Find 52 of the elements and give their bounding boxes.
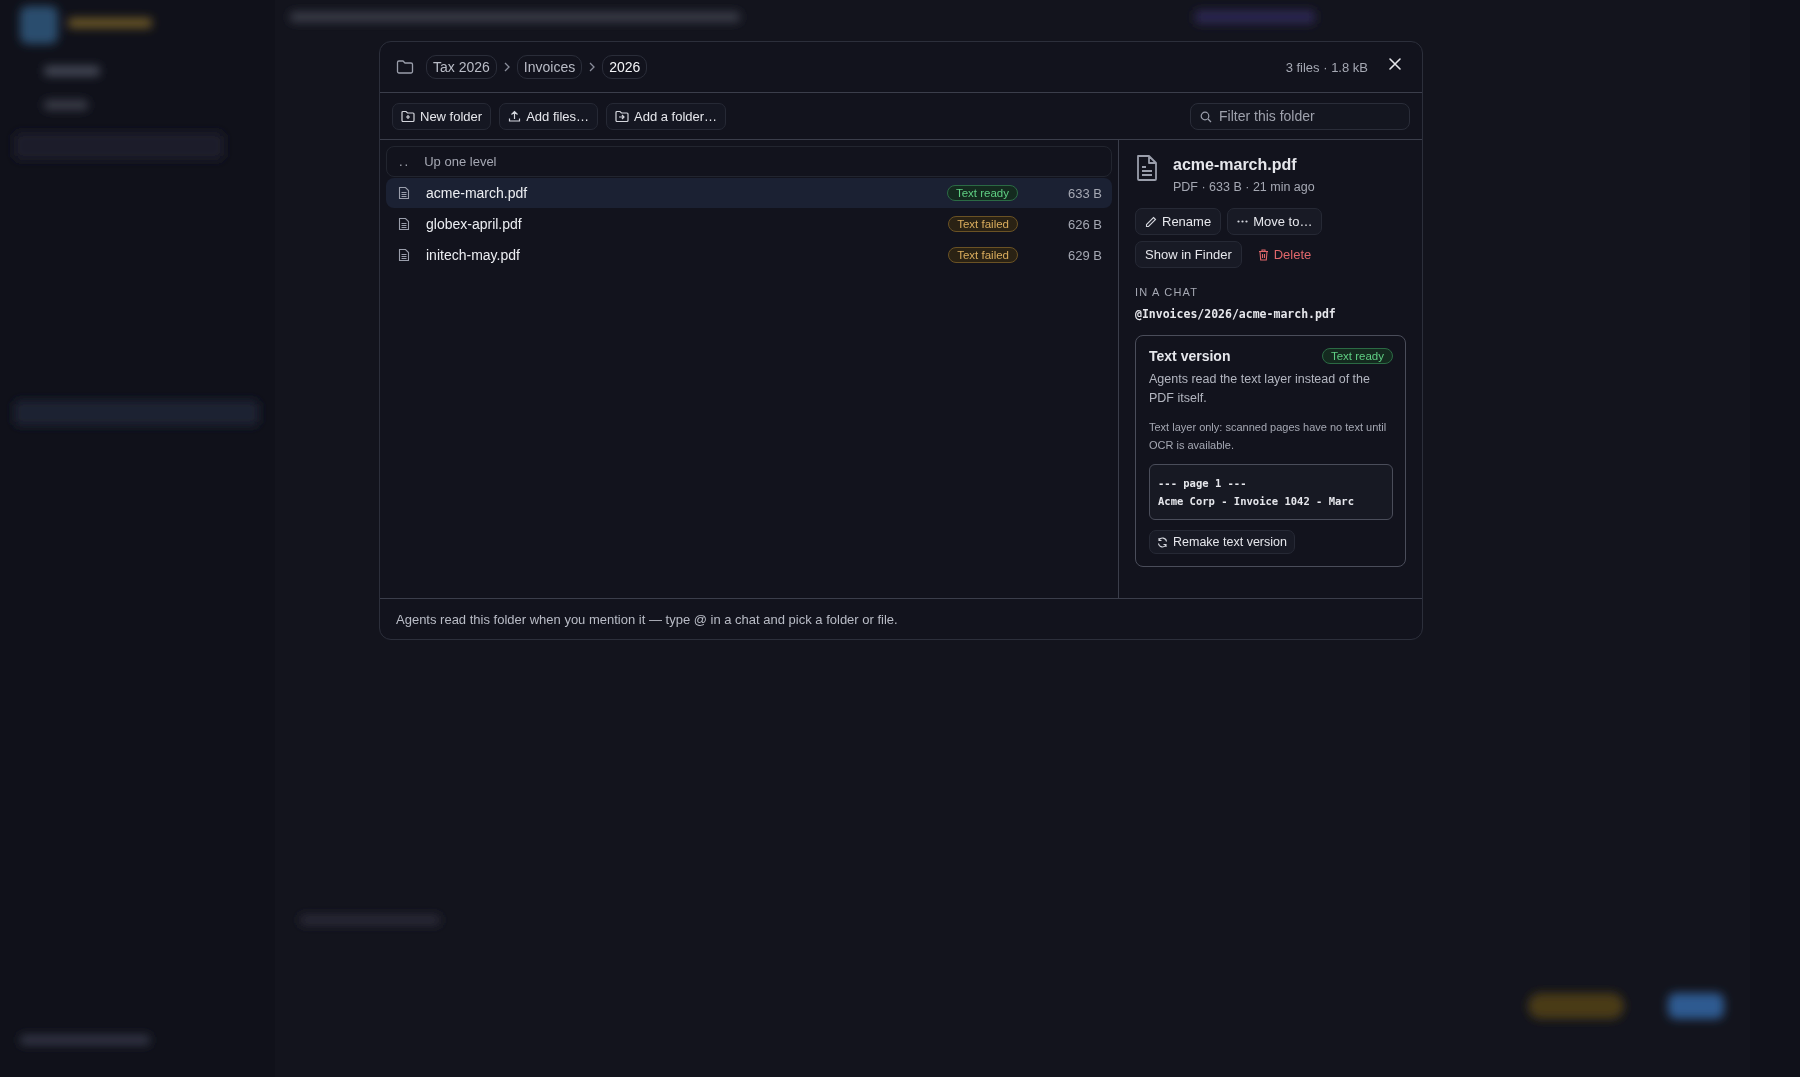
- card-note: Text layer only: scanned pages have no text until OCR is available.: [1149, 420, 1388, 453]
- document-icon: [398, 186, 410, 200]
- new-folder-button[interactable]: New folder: [392, 102, 492, 130]
- chevron-icon: [502, 62, 511, 72]
- breadcrumb-item[interactable]: 2026: [602, 55, 648, 79]
- status-badge: Text ready: [946, 185, 1018, 201]
- document-icon: [398, 217, 410, 231]
- folder-icon: [396, 59, 414, 75]
- filter-field[interactable]: Filter this folder: [1190, 102, 1410, 130]
- status-badge: Text failed: [948, 247, 1018, 263]
- upload-button[interactable]: Add files…: [499, 102, 598, 130]
- remake-button[interactable]: Remake text version: [1149, 530, 1295, 554]
- section-heading: IN A CHAT: [1135, 286, 1200, 298]
- refresh-icon: [1157, 536, 1168, 548]
- more-icon: [1237, 220, 1249, 223]
- document-icon: [1135, 154, 1159, 182]
- add-folder-button[interactable]: Add a folder…: [606, 102, 727, 130]
- file-name: initech-may.pdf: [426, 247, 520, 263]
- status-badge: Text ready: [1321, 348, 1393, 364]
- delete-button[interactable]: Delete: [1247, 241, 1322, 268]
- file-row[interactable]: initech-may.pdf Text failed 629 B: [386, 240, 1112, 270]
- file-row[interactable]: globex-april.pdf Text failed 626 B: [386, 209, 1112, 239]
- up-one-level-row[interactable]: .. Up one level: [386, 146, 1112, 177]
- trash-icon: [1257, 248, 1269, 261]
- preview-line: --- page 1 ---: [1158, 476, 1248, 491]
- file-title: acme-march.pdf: [1173, 156, 1298, 174]
- folder-summary: 3 files · 1.8 kB: [1285, 59, 1368, 75]
- finder-button[interactable]: Show in Finder: [1135, 241, 1242, 268]
- chevron-icon: [588, 62, 597, 72]
- folder-arrow-icon: [615, 109, 629, 123]
- file-row[interactable]: acme-march.pdf Text ready 633 B: [386, 178, 1112, 208]
- document-icon: [398, 248, 410, 262]
- preview-line: Acme Corp - Invoice 1042 - Marc: [1158, 494, 1355, 509]
- footer-hint: Agents read this folder when you mention it — type @ in a chat and pick a folder or file.: [395, 610, 899, 629]
- pencil-icon: [1145, 215, 1157, 228]
- card-title: Text version: [1149, 348, 1231, 364]
- rename-button[interactable]: Rename: [1135, 208, 1222, 235]
- file-name: globex-april.pdf: [426, 216, 522, 232]
- status-badge: Text failed: [948, 216, 1018, 232]
- card-description: Agents read the text layer instead of the PDF itself.: [1149, 371, 1371, 407]
- file-size: 626 B: [1067, 216, 1102, 232]
- upload-icon: [508, 109, 522, 123]
- breadcrumb-item[interactable]: Invoices: [516, 55, 583, 79]
- folder-plus-icon: [401, 109, 415, 123]
- breadcrumb-item[interactable]: Tax 2026: [426, 55, 497, 79]
- file-meta: PDF · 633 B · 21 min ago: [1173, 180, 1315, 194]
- move-button[interactable]: Move to…: [1227, 208, 1323, 235]
- close-icon[interactable]: [1388, 57, 1402, 71]
- chat-reference: @Invoices/2026/acme-march.pdf: [1135, 307, 1337, 321]
- file-size: 633 B: [1067, 185, 1102, 201]
- file-size: 629 B: [1067, 247, 1102, 263]
- file-name: acme-march.pdf: [426, 185, 528, 201]
